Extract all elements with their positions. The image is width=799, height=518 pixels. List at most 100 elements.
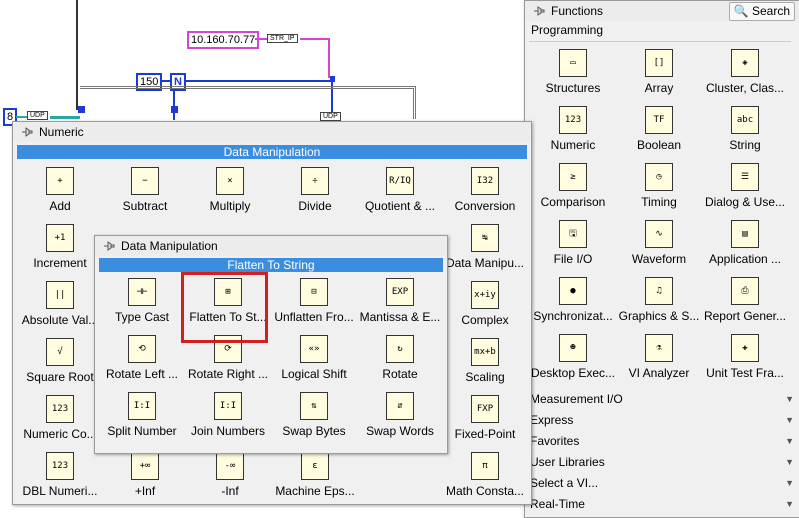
palette-item-plus-inf[interactable]: +∞ +Inf [102,448,188,505]
ip-label: STR_IP [267,34,298,43]
wire [255,38,267,40]
palette-item-label: Scaling [465,370,505,384]
chevron-down-icon: ▼ [785,394,794,404]
file-io-icon: 🖫 [559,220,587,248]
ip-string-constant[interactable]: 10.160.70.77 [187,31,260,49]
palette-item-rotate-left[interactable]: ⟲ Rotate Left ... [99,331,185,388]
data-manipulation-palette-header[interactable]: Data Manipulation [95,236,447,256]
palette-item-square-root[interactable]: √ Square Root [17,334,103,391]
timing-icon: ◷ [645,163,673,191]
palette-item-join-numbers[interactable]: I:I Join Numbers [185,388,271,445]
subcategory-item[interactable]: Select a VI... ▼ [530,473,799,494]
array-icon: [] [645,49,673,77]
data-manipulation-palette[interactable]: Data Manipulation Flatten To String ⊣⊢ Ty… [94,235,448,454]
palette-item-waveform[interactable]: ∿ Waveform [616,216,702,273]
category-programming[interactable]: Programming [531,23,603,37]
search-button[interactable]: 🔍 Search [728,2,795,21]
pin-icon[interactable] [533,5,545,17]
palette-item-label: File I/O [553,252,593,266]
palette-item-comparison[interactable]: ≥ Comparison [530,159,616,216]
pin-icon[interactable] [103,240,115,252]
subcategory-item[interactable]: Measurement I/O ▼ [530,389,799,410]
subcategory-item[interactable]: Real-Time ▼ [530,494,799,515]
palette-item-label: Timing [641,195,677,209]
functions-grid: ▭ Structures [] Array ◈ Cluster, Clas... 123 Nu… [530,45,792,387]
palette-item-unit-test[interactable]: ✚ Unit Test Fra... [702,330,788,387]
functions-palette[interactable]: Functions 🔍 Search Programming ▭ Structur… [524,0,799,518]
palette-item-synchronization[interactable]: ● Synchronizat... [530,273,616,330]
functions-palette-header[interactable]: Functions 🔍 Search [525,1,799,21]
palette-item-numeric[interactable]: 123 Numeric [530,102,616,159]
palette-item-split-number[interactable]: I:I Split Number [99,388,185,445]
palette-item-math-constants[interactable]: π Math Consta... [442,448,528,505]
quotient-icon: R/IQ [386,167,414,195]
palette-item-dialog[interactable]: ☰ Dialog & Use... [702,159,788,216]
chevron-down-icon: ▼ [785,436,794,446]
palette-item-scaling[interactable]: mx+b Scaling [442,334,528,391]
palette-item-label: Machine Eps... [275,484,355,498]
palette-item-minus-inf[interactable]: -∞ -Inf [187,448,273,505]
palette-item-conversion[interactable]: I32 Conversion [442,163,528,220]
palette-item-label: Rotate [382,367,418,381]
divider [529,41,791,42]
chevron-down-icon: ▼ [785,478,794,488]
palette-item-label: Dialog & Use... [704,195,786,209]
palette-item-unflatten-from-string[interactable]: ⊟ Unflatten Fro... [271,274,357,331]
palette-item-numeric-constant[interactable]: 123 Numeric Co... [17,391,103,448]
palette-item-label: Report Gener... [703,309,787,323]
palette-item-label: Multiply [209,199,251,213]
palette-item-label: Split Number [107,424,177,438]
palette-item-mantissa-exponent[interactable]: EXP Mantissa & E... [357,274,443,331]
chevron-down-icon: ▼ [785,457,794,467]
logical-shift-icon: «» [300,335,328,363]
palette-item-boolean[interactable]: TF Boolean [616,102,702,159]
palette-item-dbl-numeric[interactable]: 123 DBL Numeri... [17,448,103,505]
functions-palette-title: Functions [551,4,604,18]
data-manipulation-icon: ↹ [471,224,499,252]
palette-item-add[interactable]: + Add [17,163,103,220]
desktop-exec-icon: ☻ [559,334,587,362]
palette-item-quotient[interactable]: R/IQ Quotient & ... [357,163,443,220]
palette-item-desktop-exec[interactable]: ☻ Desktop Exec... [530,330,616,387]
comparison-icon: ≥ [559,163,587,191]
pin-icon[interactable] [21,126,33,138]
palette-item-increment[interactable]: +1 Increment [17,220,103,277]
palette-item-multiply[interactable]: × Multiply [187,163,273,220]
palette-item-rotate[interactable]: ↻ Rotate [357,331,443,388]
numeric-palette-header[interactable]: Numeric [13,122,531,142]
square-root-icon: √ [46,338,74,366]
palette-item-fixed-point[interactable]: FXP Fixed-Point [442,391,528,448]
palette-item-structures[interactable]: ▭ Structures [530,45,616,102]
application-icon: ▤ [731,220,759,248]
subcategory-item[interactable]: Express ▼ [530,410,799,431]
data-manipulation-palette-title: Data Manipulation [121,239,218,253]
palette-item-application[interactable]: ▤ Application ... [702,216,788,273]
palette-item-divide[interactable]: ÷ Divide [272,163,358,220]
palette-item-subtract[interactable]: − Subtract [102,163,188,220]
palette-item-logical-shift[interactable]: «» Logical Shift [271,331,357,388]
palette-item-label: Structures [545,81,601,95]
palette-item-report[interactable]: ⎙ Report Gener... [702,273,788,330]
subcategory-item[interactable]: Favorites ▼ [530,431,799,452]
subcategory-item[interactable]: User Libraries ▼ [530,452,799,473]
wire [184,80,332,82]
palette-item-type-cast[interactable]: ⊣⊢ Type Cast [99,274,185,331]
palette-item-swap-bytes[interactable]: ⇅ Swap Bytes [271,388,357,445]
palette-item-machine-epsilon[interactable]: ε Machine Eps... [272,448,358,505]
palette-item-string[interactable]: abc String [702,102,788,159]
palette-item-label: Waveform [631,252,687,266]
palette-item-absolute-value[interactable]: || Absolute Val... [17,277,103,334]
palette-item-label: Mantissa & E... [359,310,441,324]
palette-item-vi-analyzer[interactable]: ⚗ VI Analyzer [616,330,702,387]
loop-frame[interactable] [80,86,416,119]
palette-item-swap-words[interactable]: ⇵ Swap Words [357,388,443,445]
palette-item-complex[interactable]: x+iy Complex [442,277,528,334]
palette-item-timing[interactable]: ◷ Timing [616,159,702,216]
cluster-icon: ◈ [731,49,759,77]
palette-item-cluster[interactable]: ◈ Cluster, Clas... [702,45,788,102]
palette-item-graphics[interactable]: ♫ Graphics & S... [616,273,702,330]
palette-item-file-io[interactable]: 🖫 File I/O [530,216,616,273]
palette-item-data-manipulation[interactable]: ↹ Data Manipu... [442,220,528,277]
unit-test-icon: ✚ [731,334,759,362]
palette-item-array[interactable]: [] Array [616,45,702,102]
